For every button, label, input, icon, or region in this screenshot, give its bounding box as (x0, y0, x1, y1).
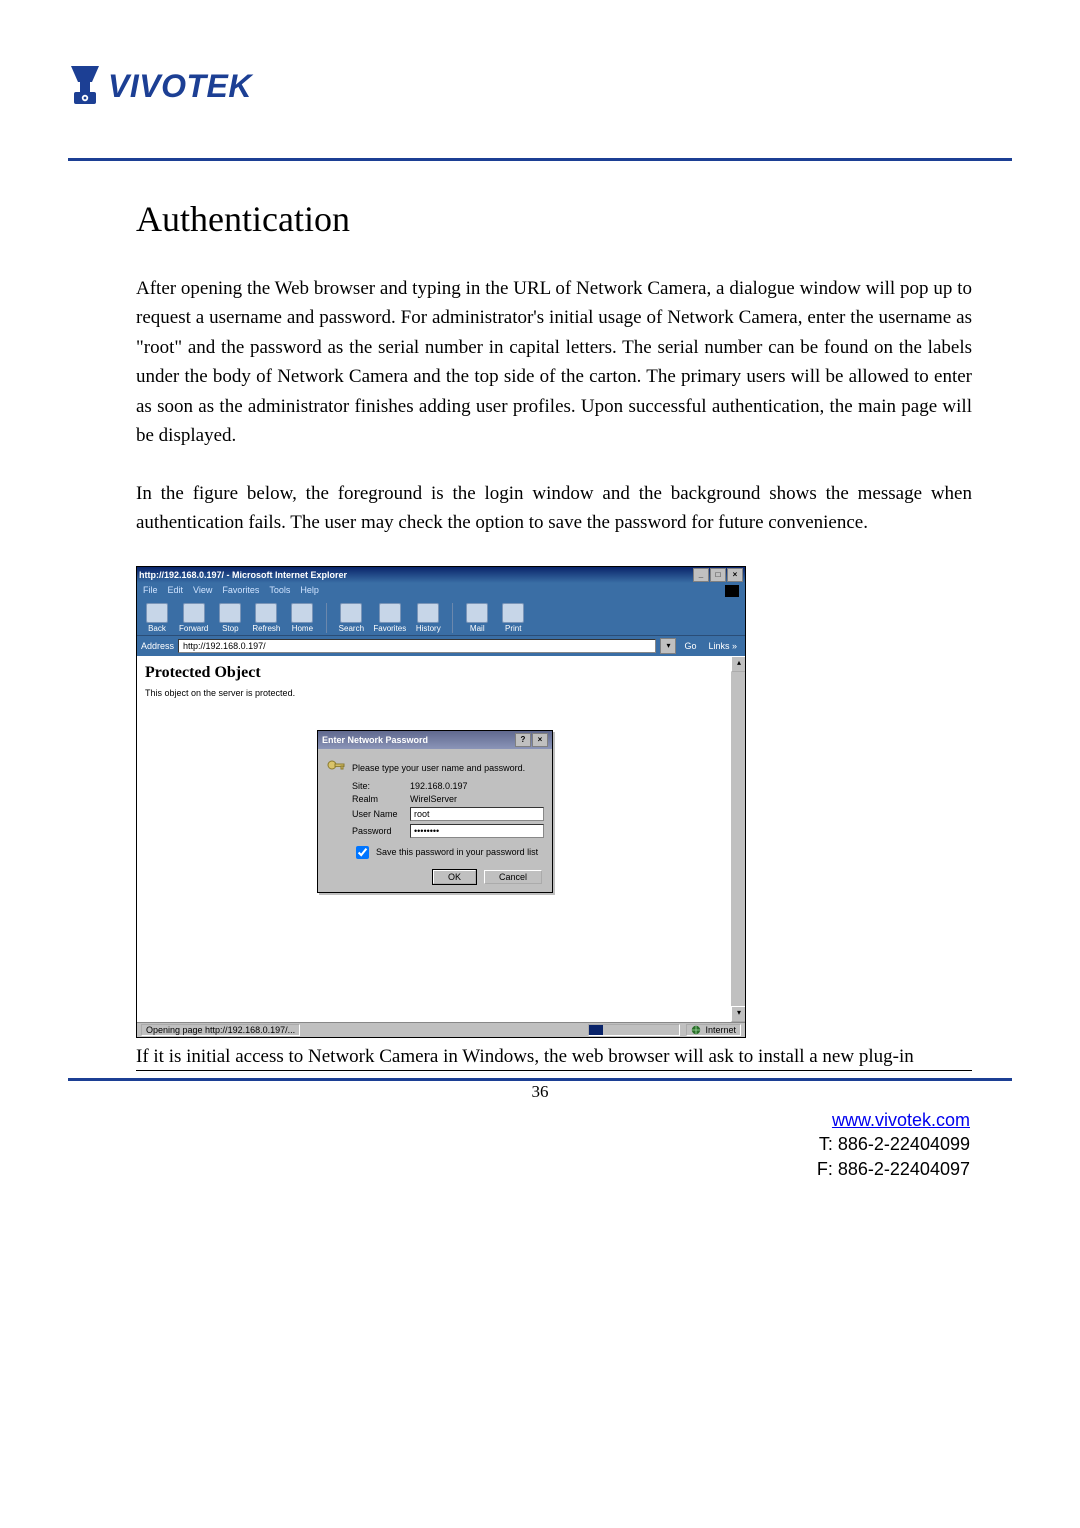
globe-icon (691, 1025, 701, 1035)
dialog-title-text: Enter Network Password (322, 735, 428, 745)
auth-dialog: Enter Network Password ? × (317, 730, 553, 893)
search-icon (340, 603, 362, 623)
vertical-scrollbar[interactable]: ▴ ▾ (731, 656, 745, 1022)
status-progress (588, 1024, 680, 1036)
links-button[interactable]: Links » (704, 641, 741, 651)
favorites-icon (379, 603, 401, 623)
ie-window: http://192.168.0.197/ - Microsoft Intern… (136, 566, 746, 1038)
back-icon (146, 603, 168, 623)
stop-button[interactable]: Stop (216, 603, 244, 633)
forward-button[interactable]: Forward (179, 603, 208, 633)
ie-title-text: http://192.168.0.197/ - Microsoft Intern… (139, 570, 347, 580)
dialog-titlebar: Enter Network Password ? × (318, 731, 552, 749)
forward-icon (183, 603, 205, 623)
save-password-checkbox[interactable] (356, 846, 369, 859)
key-icon (326, 758, 346, 778)
windows-logo-icon (725, 585, 739, 597)
username-label: User Name (352, 809, 404, 819)
ie-toolbar: Back Forward Stop Refresh Home Search Fa… (137, 599, 745, 636)
maximize-button[interactable]: □ (710, 568, 726, 582)
menu-tools[interactable]: Tools (269, 585, 290, 597)
paragraph-2: In the figure below, the foreground is t… (136, 479, 972, 538)
ie-content-area: Protected Object This object on the serv… (137, 656, 745, 1022)
print-button[interactable]: Print (499, 603, 527, 633)
scroll-up-button[interactable]: ▴ (731, 656, 745, 672)
mail-icon (466, 603, 488, 623)
history-icon (417, 603, 439, 623)
refresh-icon (255, 603, 277, 623)
ie-addressbar: Address ▾ Go Links » (137, 636, 745, 656)
password-label: Password (352, 826, 404, 836)
footer-tel: T: 886-2-22404099 (819, 1134, 970, 1154)
scroll-down-button[interactable]: ▾ (731, 1006, 745, 1022)
stop-icon (219, 603, 241, 623)
minimize-button[interactable]: _ (693, 568, 709, 582)
menu-edit[interactable]: Edit (168, 585, 184, 597)
ie-statusbar: Opening page http://192.168.0.197/... In… (137, 1022, 745, 1037)
protected-object-text: This object on the server is protected. (145, 688, 737, 698)
history-button[interactable]: History (414, 603, 442, 633)
ok-button[interactable]: OK (433, 870, 476, 884)
refresh-button[interactable]: Refresh (252, 603, 280, 633)
status-text: Opening page http://192.168.0.197/... (141, 1024, 300, 1036)
logo-text: VIVOTEK (108, 68, 252, 105)
home-button[interactable]: Home (288, 603, 316, 633)
paragraph-3: If it is initial access to Network Camer… (136, 1046, 972, 1071)
protected-object-heading: Protected Object (145, 664, 737, 682)
header-rule (68, 158, 1012, 161)
dialog-prompt: Please type your user name and password. (352, 763, 525, 773)
footer-url-link[interactable]: www.vivotek.com (832, 1110, 970, 1130)
menu-view[interactable]: View (193, 585, 212, 597)
save-password-label: Save this password in your password list (376, 847, 538, 857)
address-input[interactable] (178, 639, 656, 653)
page-heading: Authentication (136, 198, 972, 240)
toolbar-separator (326, 603, 327, 633)
close-button[interactable]: × (727, 568, 743, 582)
go-button[interactable]: Go (680, 641, 700, 651)
dialog-close-button[interactable]: × (532, 733, 548, 747)
footer-fax: F: 886-2-22404097 (817, 1159, 970, 1179)
mail-button[interactable]: Mail (463, 603, 491, 633)
page-footer: www.vivotek.com T: 886-2-22404099 F: 886… (817, 1108, 970, 1181)
footer-rule (68, 1078, 1012, 1081)
status-zone: Internet (686, 1024, 741, 1036)
favorites-button[interactable]: Favorites (373, 603, 406, 633)
password-input[interactable] (410, 824, 544, 838)
ie-titlebar: http://192.168.0.197/ - Microsoft Intern… (137, 567, 745, 583)
search-button[interactable]: Search (337, 603, 365, 633)
home-icon (291, 603, 313, 623)
address-dropdown-button[interactable]: ▾ (660, 638, 676, 654)
username-input[interactable] (410, 807, 544, 821)
toolbar-separator (452, 603, 453, 633)
logo-mark-icon (68, 64, 102, 108)
cancel-button[interactable]: Cancel (484, 870, 542, 884)
back-button[interactable]: Back (143, 603, 171, 633)
site-label: Site: (352, 781, 404, 791)
ie-menubar: File Edit View Favorites Tools Help (137, 583, 745, 599)
address-label: Address (141, 641, 174, 651)
menu-help[interactable]: Help (300, 585, 319, 597)
brand-logo: VIVOTEK (68, 64, 252, 108)
realm-value: WirelServer (410, 794, 457, 804)
dialog-help-button[interactable]: ? (515, 733, 531, 747)
site-value: 192.168.0.197 (410, 781, 468, 791)
menu-favorites[interactable]: Favorites (222, 585, 259, 597)
realm-label: Realm (352, 794, 404, 804)
print-icon (502, 603, 524, 623)
menu-file[interactable]: File (143, 585, 158, 597)
paragraph-1: After opening the Web browser and typing… (136, 274, 972, 451)
page-number: 36 (0, 1082, 1080, 1102)
